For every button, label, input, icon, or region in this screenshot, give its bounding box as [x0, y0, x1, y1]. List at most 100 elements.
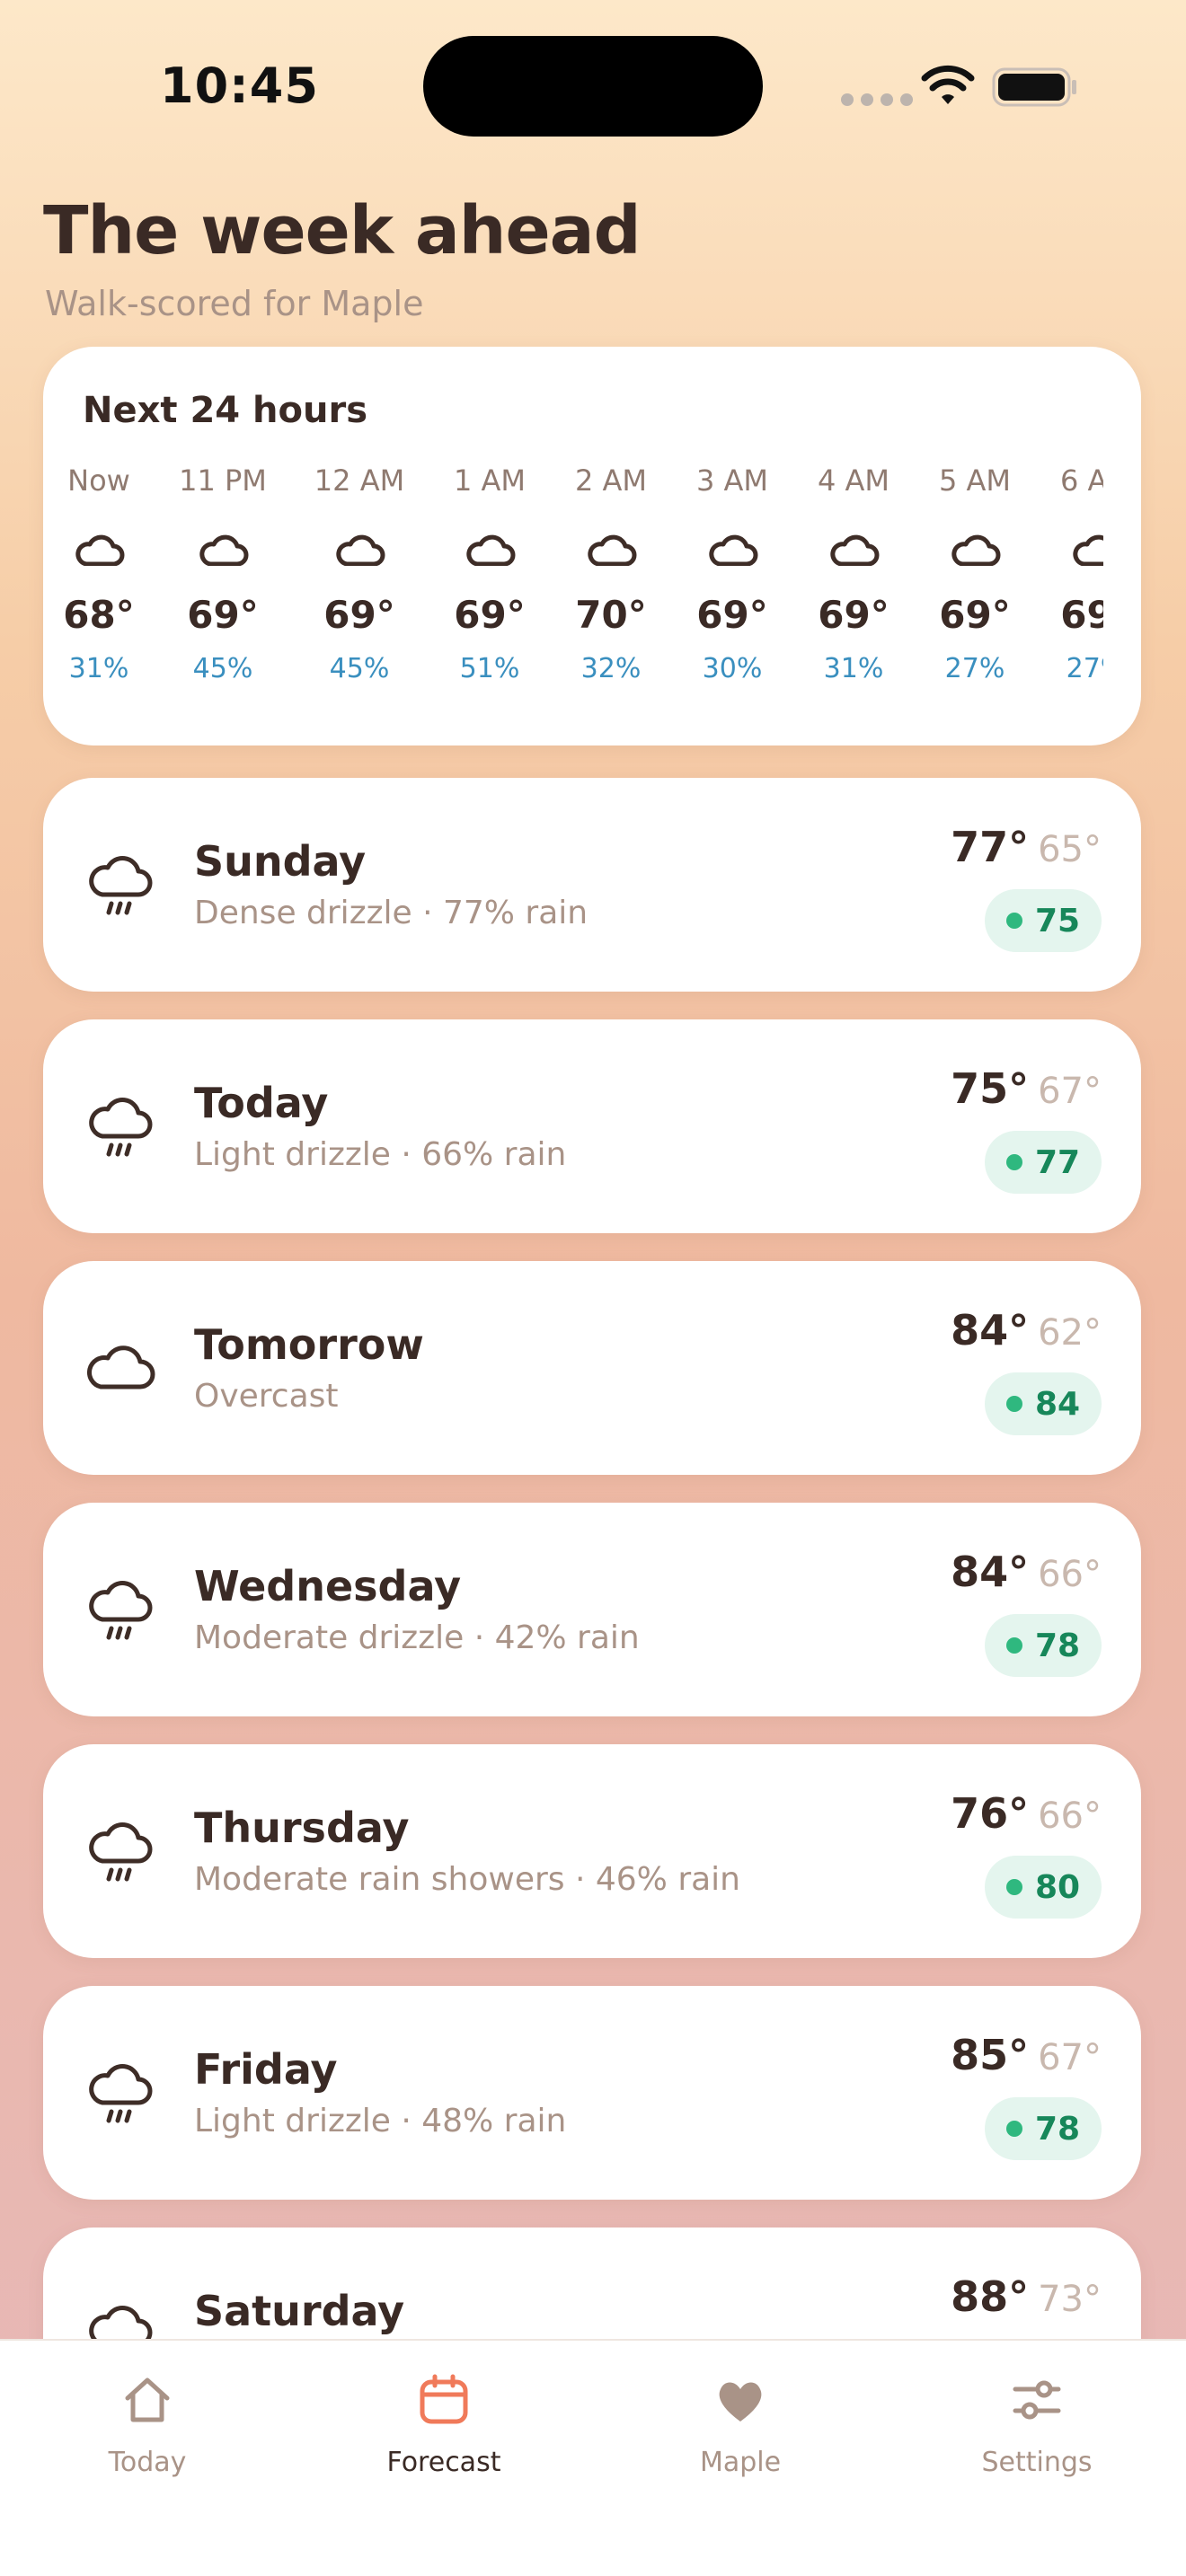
cloud-icon [1073, 534, 1103, 566]
heart-icon [712, 2371, 769, 2429]
day-name: Tomorrow [194, 1320, 424, 1369]
hour-label: 4 AM [817, 463, 890, 498]
cloud-icon [75, 534, 125, 566]
hour-item: Now 68° 31% [43, 463, 157, 684]
hour-label: 11 PM [179, 463, 267, 498]
day-temps: 77° 65° [951, 823, 1102, 871]
signal-icon [841, 93, 913, 106]
calendar-icon [415, 2371, 473, 2429]
hour-rain-chance: 30% [702, 653, 763, 684]
tab-today[interactable]: Today [40, 2371, 255, 2478]
walk-score-badge: 80 [985, 1856, 1102, 1919]
hour-label: Now [67, 463, 130, 498]
cloud-icon [466, 534, 516, 566]
day-card[interactable]: Today Light drizzle · 66% rain 75° 67° 77 [43, 1019, 1141, 1233]
score-dot-icon [1005, 1154, 1022, 1170]
score-dot-icon [1005, 913, 1022, 929]
walk-score-badge: 84 [985, 1372, 1102, 1435]
day-name: Friday [194, 2045, 338, 2094]
day-temps: 75° 67° [951, 1064, 1102, 1113]
day-description: Moderate drizzle · 42% rain [194, 1619, 640, 1656]
hour-item: 1 AM 69° 51% [431, 463, 548, 684]
hour-label: 5 AM [938, 463, 1012, 498]
tab-label: Forecast [386, 2447, 501, 2478]
hourly-scroll-strip[interactable]: Now 68° 31% 11 PM 69° 45% 12 AM 69° 45% 1 AM 69° 51… [43, 463, 1103, 733]
cloud-icon [830, 534, 880, 566]
day-card[interactable]: Tomorrow Overcast 84° 62° 84 [43, 1261, 1141, 1475]
dynamic-island [423, 36, 763, 137]
day-name: Sunday [194, 837, 367, 886]
hour-item: 2 AM 70° 32% [553, 463, 669, 684]
day-low-temp: 67° [1038, 2037, 1102, 2078]
tab-label: Maple [699, 2447, 782, 2478]
hour-temp: 69° [939, 593, 1011, 637]
hour-rain-chance: 31% [823, 653, 884, 684]
hour-item: 11 PM 69° 45% [164, 463, 281, 684]
hour-label: 12 AM [314, 463, 405, 498]
day-description: Moderate rain showers · 46% rain [194, 1861, 740, 1898]
home-icon [119, 2371, 176, 2429]
tab-maple[interactable]: Maple [633, 2371, 848, 2478]
hour-item: 5 AM 69° 27% [916, 463, 1033, 684]
tab-label: Today [108, 2447, 187, 2478]
walk-score-badge: 77 [985, 1131, 1102, 1194]
walk-score-value: 80 [1034, 1868, 1081, 1906]
page-subtitle: Walk-scored for Maple [45, 284, 424, 323]
day-high-temp: 84° [951, 1306, 1030, 1354]
hour-item: 6 AM 69° 27% [1038, 463, 1103, 684]
cloud-icon [951, 534, 1001, 566]
day-description: Light drizzle · 48% rain [194, 2103, 567, 2139]
cloud-icon [709, 534, 758, 566]
day-card[interactable]: Sunday Dense drizzle · 77% rain 77° 65° 75 [43, 778, 1141, 992]
score-dot-icon [1005, 1396, 1022, 1412]
status-time: 10:45 [160, 57, 319, 114]
day-name: Today [194, 1079, 329, 1127]
rain-cloud-icon [86, 1091, 156, 1163]
walk-score-value: 77 [1034, 1143, 1081, 1181]
hour-temp: 70° [575, 593, 647, 637]
status-bar: 10:45 [0, 0, 1186, 171]
day-description: Light drizzle · 66% rain [194, 1136, 567, 1173]
hour-item: 3 AM 69° 30% [674, 463, 791, 684]
tab-bar: Today Forecast Maple Settings [0, 2339, 1186, 2576]
day-low-temp: 62° [1038, 1312, 1102, 1354]
cloud-icon [588, 534, 637, 566]
day-card[interactable]: Wednesday Moderate drizzle · 42% rain 84° 6… [43, 1503, 1141, 1716]
sliders-icon [1008, 2371, 1066, 2429]
day-temps: 84° 62° [951, 1306, 1102, 1354]
tab-settings[interactable]: Settings [929, 2371, 1145, 2478]
hour-temp: 68° [63, 593, 135, 637]
hour-label: 6 AM [1059, 463, 1103, 498]
day-low-temp: 67° [1038, 1071, 1102, 1112]
walk-score-badge: 75 [985, 889, 1102, 952]
day-high-temp: 85° [951, 2031, 1030, 2079]
day-name: Thursday [194, 1804, 410, 1852]
day-high-temp: 77° [951, 823, 1030, 871]
day-name: Wednesday [194, 1562, 462, 1610]
day-card[interactable]: Friday Light drizzle · 48% rain 85° 67° 78 [43, 1986, 1141, 2200]
day-temps: 76° 66° [951, 1789, 1102, 1838]
score-dot-icon [1005, 1637, 1022, 1654]
rain-cloud-icon [86, 1575, 156, 1646]
hour-rain-chance: 45% [329, 653, 390, 684]
hour-label: 2 AM [574, 463, 648, 498]
day-temps: 84° 66° [951, 1548, 1102, 1596]
walk-score-value: 84 [1034, 1385, 1081, 1423]
hour-rain-chance: 31% [68, 653, 129, 684]
rain-cloud-icon [86, 2058, 156, 2130]
day-high-temp: 75° [951, 1064, 1030, 1113]
tab-label: Settings [981, 2447, 1093, 2478]
day-low-temp: 66° [1038, 1554, 1102, 1595]
tab-forecast[interactable]: Forecast [336, 2371, 552, 2478]
day-description: Overcast [194, 1378, 339, 1415]
rain-cloud-icon [86, 1816, 156, 1888]
hour-temp: 69° [323, 593, 395, 637]
day-card[interactable]: Thursday Moderate rain showers · 46% rain… [43, 1744, 1141, 1958]
walk-score-value: 78 [1034, 1627, 1081, 1664]
day-high-temp: 84° [951, 1548, 1030, 1596]
hour-temp: 69° [187, 593, 259, 637]
hour-rain-chance: 27% [1066, 653, 1103, 684]
hour-label: 3 AM [695, 463, 769, 498]
score-dot-icon [1005, 2121, 1022, 2137]
hour-temp: 69° [696, 593, 768, 637]
